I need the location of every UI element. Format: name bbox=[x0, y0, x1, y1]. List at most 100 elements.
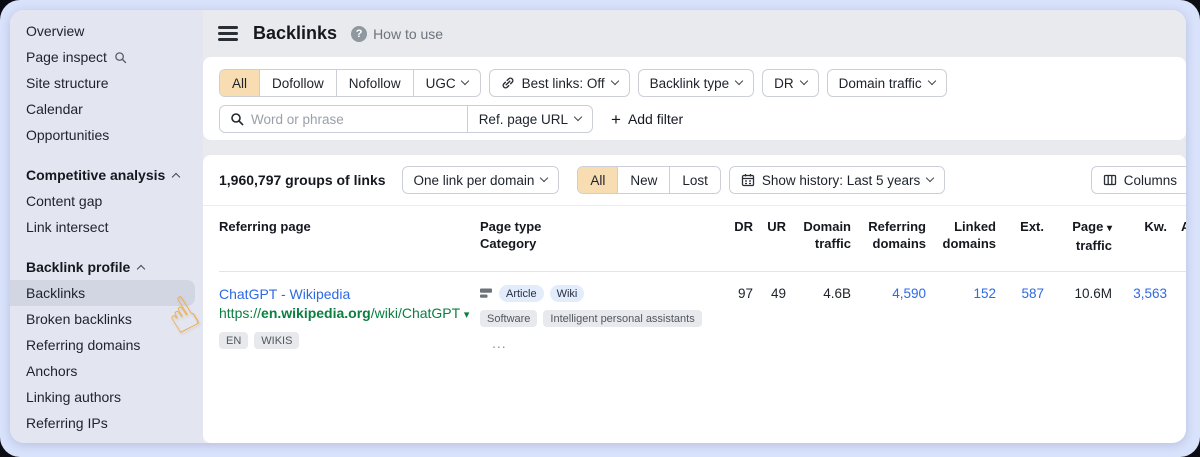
referring-domains-link[interactable]: 4,590 bbox=[851, 285, 926, 351]
search-box bbox=[220, 106, 467, 132]
ref-page-url-dropdown[interactable]: Ref. page URL bbox=[467, 106, 592, 132]
best-links-label: Best links: Off bbox=[522, 76, 605, 91]
chevron-down-icon bbox=[927, 77, 935, 85]
kw-link[interactable]: 3,563 bbox=[1112, 285, 1167, 351]
sidebar-section-competitive-analysis[interactable]: Competitive analysis bbox=[10, 162, 203, 188]
col-header-domain-traffic[interactable]: Domain traffic bbox=[786, 218, 851, 254]
sidebar-item-label: Calendar bbox=[26, 101, 83, 117]
add-filter-button[interactable]: + Add filter bbox=[611, 105, 683, 133]
sidebar-item-label: Link intersect bbox=[26, 219, 108, 235]
chevron-down-icon bbox=[926, 174, 934, 182]
link-mode-dropdown[interactable]: One link per domain bbox=[402, 166, 560, 194]
referring-page-cell: ChatGPT - Wikipedia https://en.wikipedia… bbox=[219, 285, 480, 351]
sidebar-item-linking-authors[interactable]: Linking authors bbox=[10, 384, 203, 410]
sidebar-section-label: Backlink profile bbox=[26, 259, 130, 275]
col-header-page-traffic[interactable]: Page ▾ traffic bbox=[1044, 218, 1112, 254]
columns-button[interactable]: Columns bbox=[1091, 166, 1186, 194]
sidebar-item-anchors[interactable]: Anchors bbox=[10, 358, 203, 384]
col-header-kw[interactable]: Kw. bbox=[1112, 218, 1167, 254]
tab-label: UGC bbox=[426, 76, 456, 91]
chevron-down-icon bbox=[735, 77, 743, 85]
how-to-use-label: How to use bbox=[373, 26, 443, 42]
chevron-down-icon bbox=[610, 77, 618, 85]
ref-page-url-label: Ref. page URL bbox=[479, 112, 568, 127]
show-history-dropdown[interactable]: Show history: Last 5 years bbox=[729, 166, 945, 194]
table-panel: 1,960,797 groups of links One link per d… bbox=[203, 155, 1186, 443]
sidebar-item-opportunities[interactable]: Opportunities bbox=[10, 122, 203, 148]
results-count: 1,960,797 groups of links bbox=[219, 172, 386, 188]
tab-label: Dofollow bbox=[272, 76, 324, 91]
best-links-button[interactable]: Best links: Off bbox=[489, 69, 630, 97]
how-to-use-link[interactable]: ? How to use bbox=[351, 26, 443, 42]
menu-icon[interactable] bbox=[218, 26, 238, 41]
search-icon bbox=[230, 112, 244, 126]
tab-lost-links[interactable]: Lost bbox=[669, 167, 720, 193]
truncated-cell bbox=[1167, 285, 1186, 351]
domain-traffic-label: Domain traffic bbox=[839, 76, 922, 91]
search-input[interactable] bbox=[251, 112, 457, 127]
page-type-tag: Wiki bbox=[550, 285, 585, 302]
show-history-label: Show history: Last 5 years bbox=[762, 173, 920, 188]
tab-ugc-dropdown[interactable]: UGC bbox=[413, 70, 480, 96]
category-tag: Intelligent personal assistants bbox=[543, 310, 701, 327]
sidebar: Overview Page inspect Site structure Cal… bbox=[10, 10, 203, 443]
sidebar-section-label: Competitive analysis bbox=[26, 167, 165, 183]
sidebar-item-site-structure[interactable]: Site structure bbox=[10, 70, 203, 96]
tab-nofollow[interactable]: Nofollow bbox=[336, 70, 413, 96]
url-dropdown-icon[interactable]: ▾ bbox=[464, 309, 470, 321]
more-tags-button[interactable]: ... bbox=[492, 335, 715, 351]
sidebar-item-page-inspect[interactable]: Page inspect bbox=[10, 44, 203, 70]
category-tag: Software bbox=[480, 310, 537, 327]
sidebar-item-referring-ips[interactable]: Referring IPs bbox=[10, 410, 203, 436]
col-header-dr[interactable]: DR bbox=[715, 218, 753, 254]
sidebar-item-overview[interactable]: Overview bbox=[10, 18, 203, 44]
lang-tag: EN bbox=[219, 332, 248, 349]
col-header-truncated[interactable]: A bbox=[1167, 218, 1186, 254]
linked-domains-link[interactable]: 152 bbox=[926, 285, 996, 351]
col-header-ur[interactable]: UR bbox=[753, 218, 786, 254]
referring-page-url[interactable]: https://en.wikipedia.org/wiki/ChatGPT ▾ bbox=[219, 304, 475, 325]
dr-filter-button[interactable]: DR bbox=[762, 69, 819, 97]
sidebar-item-content-gap[interactable]: Content gap bbox=[10, 188, 203, 214]
tab-all-links[interactable]: All bbox=[578, 167, 617, 193]
col-header-linked-domains[interactable]: Linked domains bbox=[926, 218, 996, 254]
sidebar-item-label: Referring IPs bbox=[26, 415, 108, 431]
sidebar-item-referring-domains[interactable]: Referring domains bbox=[10, 332, 203, 358]
columns-label: Columns bbox=[1124, 173, 1177, 188]
tab-label: Lost bbox=[682, 173, 708, 188]
add-filter-label: Add filter bbox=[628, 111, 683, 127]
calendar-icon bbox=[741, 173, 755, 187]
sidebar-item-link-intersect[interactable]: Link intersect bbox=[10, 214, 203, 240]
sidebar-item-label: Linking authors bbox=[26, 389, 121, 405]
col-header-referring-domains[interactable]: Referring domains bbox=[851, 218, 926, 254]
dr-value: 97 bbox=[715, 285, 753, 351]
tab-label: New bbox=[630, 173, 657, 188]
sidebar-item-calendar[interactable]: Calendar bbox=[10, 96, 203, 122]
app-card: Overview Page inspect Site structure Cal… bbox=[10, 10, 1186, 443]
tab-new-links[interactable]: New bbox=[617, 167, 669, 193]
backlink-type-button[interactable]: Backlink type bbox=[638, 69, 755, 97]
page-title: Backlinks bbox=[253, 23, 337, 44]
link-mode-label: One link per domain bbox=[414, 173, 535, 188]
sidebar-item-label: Anchors bbox=[26, 363, 77, 379]
page-type-tag: Article bbox=[499, 285, 544, 302]
tab-dofollow[interactable]: Dofollow bbox=[259, 70, 336, 96]
dr-label: DR bbox=[774, 76, 794, 91]
sidebar-section-backlink-profile[interactable]: Backlink profile bbox=[10, 254, 203, 280]
domain-traffic-value: 4.6B bbox=[786, 285, 851, 351]
tab-label: All bbox=[590, 173, 605, 188]
sidebar-item-label: Overview bbox=[26, 23, 84, 39]
col-header-ext[interactable]: Ext. bbox=[996, 218, 1044, 254]
help-icon: ? bbox=[351, 26, 367, 42]
domain-traffic-filter-button[interactable]: Domain traffic bbox=[827, 69, 947, 97]
sidebar-item-label: Content gap bbox=[26, 193, 102, 209]
sidebar-item-label: Backlinks bbox=[26, 285, 85, 301]
tab-all[interactable]: All bbox=[220, 70, 259, 96]
referring-page-link[interactable]: ChatGPT - Wikipedia bbox=[219, 285, 480, 304]
link-icon bbox=[501, 76, 515, 90]
follow-filter-tabs: All Dofollow Nofollow UGC bbox=[219, 69, 481, 97]
app-frame: Overview Page inspect Site structure Cal… bbox=[0, 0, 1200, 457]
plus-icon: + bbox=[611, 111, 621, 128]
col-header-page-type: Page type Category bbox=[480, 218, 715, 254]
ext-link[interactable]: 587 bbox=[996, 285, 1044, 351]
